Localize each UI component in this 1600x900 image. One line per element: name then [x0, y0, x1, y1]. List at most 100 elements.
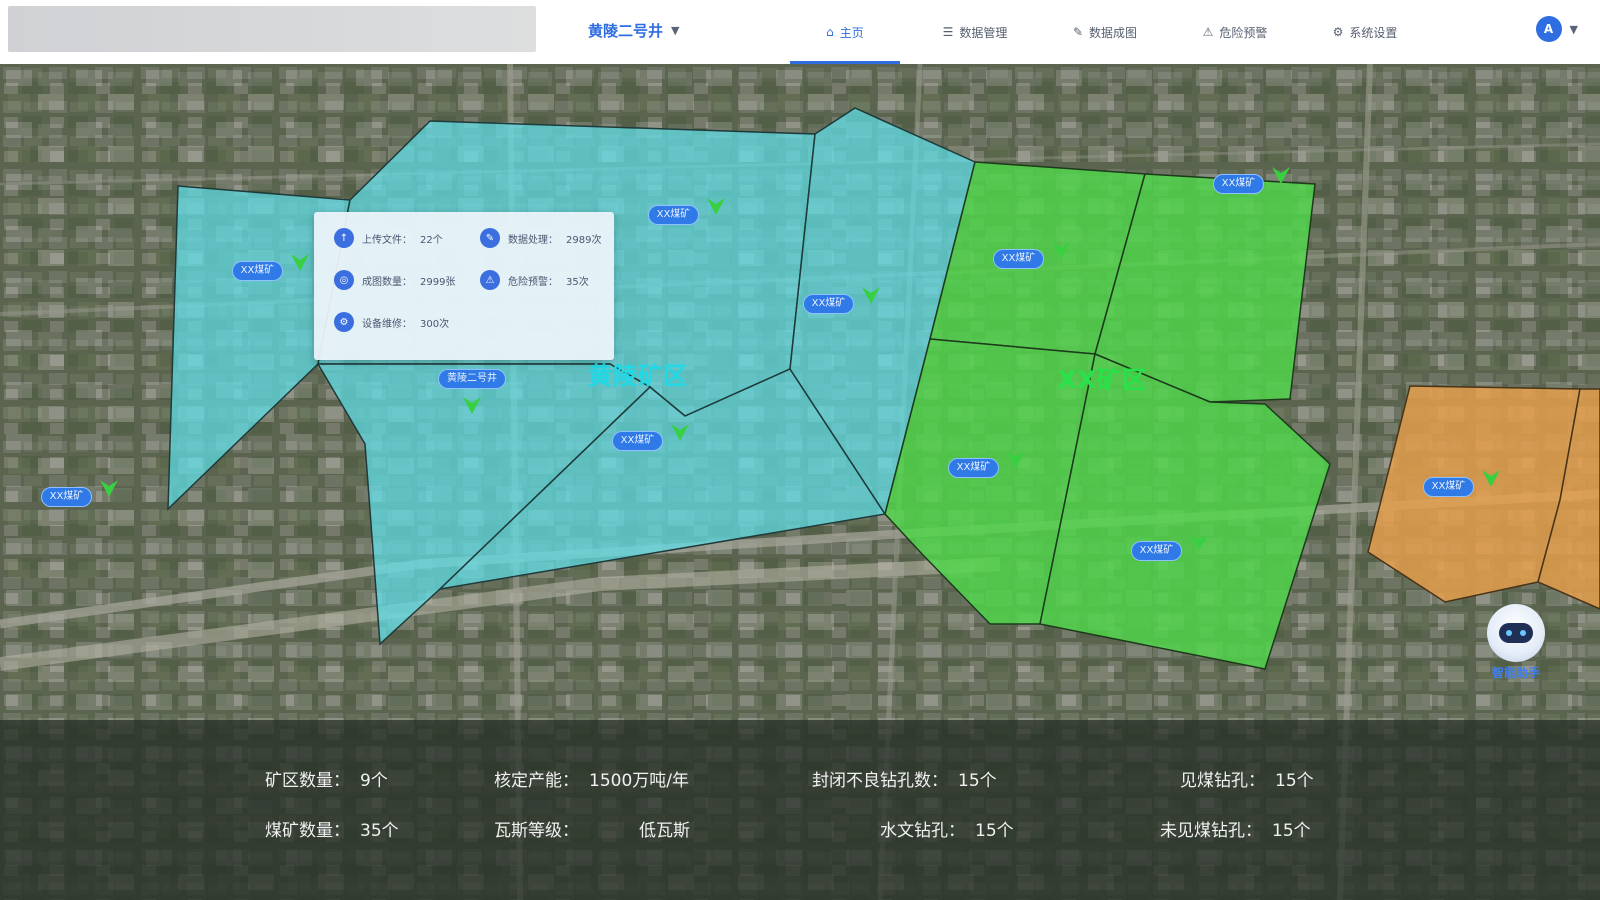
nav-danger-warning[interactable]: ⚠ 危险预警 — [1170, 0, 1300, 64]
stat-gas-level: 瓦斯等级： 低瓦斯 — [494, 816, 690, 841]
info-value: 2989次 — [566, 234, 602, 246]
nav-data-mapping[interactable]: ✎ 数据成图 — [1040, 0, 1170, 64]
marker-label: XX煤矿 — [647, 205, 700, 225]
nav-data-management[interactable]: ☰ 数据管理 — [910, 0, 1040, 64]
stat-value: 15个 — [1275, 771, 1314, 791]
marker-label: XX煤矿 — [992, 249, 1045, 269]
stat-label: 矿区数量： — [265, 771, 350, 791]
info-item-devices: ⚙ 设备维修： 300次 — [334, 312, 449, 332]
mine-marker[interactable]: XX煤矿 — [227, 246, 317, 281]
stat-coal-holes: 见煤钻孔： 15个 — [1180, 766, 1314, 791]
stat-label: 见煤钻孔： — [1180, 771, 1265, 791]
settings-icon: ⚙ — [1332, 25, 1344, 39]
avatar[interactable]: A — [1535, 16, 1562, 42]
map-pin-icon — [1052, 242, 1071, 259]
pen-icon: ✎ — [1072, 25, 1084, 39]
map-pin-icon — [463, 397, 481, 414]
map-pin-icon — [291, 254, 310, 271]
map-pin-icon — [862, 287, 881, 304]
marker-label: XX煤矿 — [947, 458, 1000, 478]
stat-label: 封闭不良钻孔数： — [812, 771, 948, 791]
chevron-down-icon: ▼ — [671, 23, 680, 37]
mine-marker[interactable]: XX煤矿 — [988, 234, 1078, 269]
mine-marker[interactable]: XX煤矿 — [36, 472, 126, 507]
stat-no-coal-holes: 未见煤钻孔： 15个 — [1160, 816, 1311, 841]
info-value: 22个 — [420, 234, 443, 246]
stat-mine-count: 煤矿数量： 35个 — [265, 816, 399, 841]
data-icon: ☰ — [942, 25, 954, 39]
stat-label: 核定产能： — [494, 771, 579, 791]
user-menu[interactable]: A ▼ — [1535, 16, 1578, 42]
mine-marker[interactable]: 黄陵二号井 — [427, 366, 517, 420]
map-pin-icon — [1482, 470, 1501, 487]
stat-value: 15个 — [1272, 821, 1311, 841]
assistant-label: 智能助手 — [1491, 666, 1540, 680]
mine-selector-dropdown[interactable]: 黄陵二号井 ▼ — [588, 18, 679, 42]
warning-icon: ⚠ — [1202, 25, 1214, 39]
map-pin-icon — [671, 424, 690, 441]
stat-value: 15个 — [975, 821, 1014, 841]
area-label-huangling: 黄陵矿区 — [588, 362, 688, 390]
nav-danger-warning-label: 危险预警 — [1219, 25, 1268, 40]
mine-selector-label: 黄陵二号井 — [588, 21, 664, 40]
map-pin-icon — [100, 480, 119, 497]
warning-icon: ⚠ — [480, 270, 500, 290]
marker-label: XX煤矿 — [802, 294, 855, 314]
marker-label: XX煤矿 — [1130, 541, 1183, 561]
main-nav: ⌂ 主页 ☰ 数据管理 ✎ 数据成图 ⚠ 危险预警 ⚙ 系统设置 — [780, 0, 1430, 64]
mine-marker[interactable]: XX煤矿 — [643, 190, 733, 225]
marker-label: XX煤矿 — [231, 261, 284, 281]
mine-marker[interactable]: XX煤矿 — [798, 279, 888, 314]
map-pin-icon — [707, 198, 726, 215]
logo-placeholder — [8, 6, 536, 52]
stat-mining-areas: 矿区数量： 9个 — [265, 766, 388, 791]
info-label: 危险预警： — [508, 276, 558, 288]
marker-label: XX煤矿 — [1212, 174, 1265, 194]
nav-data-management-label: 数据管理 — [959, 25, 1008, 40]
info-label: 成图数量： — [362, 276, 412, 288]
info-value: 2999张 — [420, 276, 456, 288]
smart-assistant-button[interactable]: 智能助手 — [1476, 604, 1556, 681]
info-item-warnings: ⚠ 危险预警： 35次 — [480, 270, 589, 290]
stat-hydro-holes: 水文钻孔： 15个 — [880, 816, 1014, 841]
data-icon: ✎ — [480, 228, 500, 248]
device-icon: ⚙ — [334, 312, 354, 332]
nav-system-settings-label: 系统设置 — [1349, 25, 1398, 40]
nav-system-settings[interactable]: ⚙ 系统设置 — [1300, 0, 1430, 64]
stat-label: 煤矿数量： — [265, 821, 350, 841]
stat-value: 15个 — [958, 771, 997, 791]
info-label: 数据处理： — [508, 234, 558, 246]
mine-marker[interactable]: XX煤矿 — [607, 416, 697, 451]
stat-value: 低瓦斯 — [639, 821, 690, 841]
info-label: 设备维修： — [362, 318, 412, 330]
stat-label: 未见煤钻孔： — [1160, 821, 1262, 841]
info-value: 300次 — [420, 318, 450, 330]
robot-icon — [1487, 604, 1545, 662]
stats-panel: 矿区数量： 9个 核定产能： 1500万吨/年 封闭不良钻孔数： 15个 见煤钻孔： 1… — [0, 720, 1600, 900]
stat-value: 1500万吨/年 — [589, 771, 689, 791]
chevron-down-icon: ▼ — [1569, 22, 1578, 36]
info-popup-card: ↑ 上传文件： 22个 ✎ 数据处理： 2989次 ◎ 成图数量： 2999张 … — [314, 212, 614, 360]
nav-data-mapping-label: 数据成图 — [1089, 25, 1138, 40]
nav-home[interactable]: ⌂ 主页 — [780, 0, 910, 64]
info-item-maps: ◎ 成图数量： 2999张 — [334, 270, 455, 290]
mine-marker[interactable]: XX煤矿 — [943, 443, 1033, 478]
map-pin-icon — [1190, 534, 1209, 551]
mine-marker[interactable]: XX煤矿 — [1208, 159, 1298, 194]
stat-value: 35个 — [360, 821, 399, 841]
mine-marker[interactable]: XX煤矿 — [1126, 526, 1216, 561]
area-label-xx: XX矿区 — [1058, 366, 1148, 394]
map-icon: ◎ — [334, 270, 354, 290]
map-pin-icon — [1007, 451, 1026, 468]
stat-label: 水文钻孔： — [880, 821, 965, 841]
stat-capacity: 核定产能： 1500万吨/年 — [494, 766, 689, 791]
marker-label: XX煤矿 — [1422, 477, 1475, 497]
stat-poorly-sealed-holes: 封闭不良钻孔数： 15个 — [812, 766, 997, 791]
stat-label: 瓦斯等级： — [494, 821, 579, 841]
info-value: 35次 — [566, 276, 589, 288]
top-nav-bar: 黄陵二号井 ▼ ⌂ 主页 ☰ 数据管理 ✎ 数据成图 ⚠ 危险预警 ⚙ 系统设置… — [0, 0, 1600, 65]
mine-marker[interactable]: XX煤矿 — [1418, 462, 1508, 497]
upload-icon: ↑ — [334, 228, 354, 248]
map-pin-icon — [1272, 167, 1291, 184]
info-label: 上传文件： — [362, 234, 412, 246]
